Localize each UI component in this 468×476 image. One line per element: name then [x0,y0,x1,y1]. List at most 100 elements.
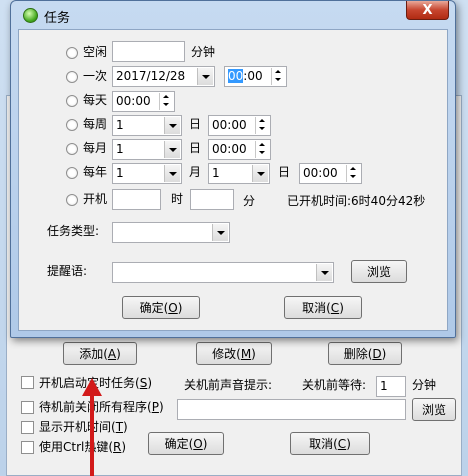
show-boot-time-checkbox[interactable] [21,421,34,434]
idle-minutes-input[interactable] [112,41,185,62]
dialog-client: 空闲 分钟 一次 2017/12/28 00:00 每天 00:00 每周 1 … [18,29,448,331]
chevron-down-icon[interactable] [164,165,180,182]
add-button-label: 添加( [79,347,108,361]
auto-start-checkbox[interactable] [21,376,34,389]
monthly-day-unit: 日 [189,141,202,155]
radio-weekly[interactable] [66,119,78,131]
close-all-programs-checkbox[interactable] [21,401,34,414]
task-type-label: 任务类型: [47,224,100,238]
cancel-button[interactable]: 取消(C) [284,296,362,319]
spin-buttons[interactable] [255,117,269,134]
close-button[interactable]: X [406,1,449,20]
boot-hours-input[interactable] [112,189,161,210]
yearly-time-value: 00:00 [303,166,338,180]
spin-buttons[interactable] [346,165,360,182]
radio-yearly[interactable] [66,167,78,179]
label-weekly: 每周 [83,117,108,131]
delete-button-paren: ) [381,346,387,361]
once-date-picker[interactable]: 2017/12/28 [112,66,215,87]
spin-up-icon[interactable] [347,165,360,173]
yearly-month-unit: 月 [189,165,202,179]
spin-up-icon[interactable] [256,117,269,125]
show-boot-time-paren: ) [123,420,128,434]
radio-idle[interactable] [66,47,78,59]
yearly-day-select[interactable]: 1 [208,163,270,184]
spin-down-icon[interactable] [347,173,360,181]
reminder-select[interactable] [112,262,334,283]
idle-unit: 分钟 [191,45,216,59]
monthly-day-select[interactable]: 1 [112,139,182,160]
ctrl-hotkey-checkbox[interactable] [21,441,34,454]
delete-button-label: 删除( [343,347,373,361]
spin-buttons[interactable] [255,141,269,158]
label-yearly: 每年 [83,165,108,179]
radio-monthly[interactable] [66,143,78,155]
shutdown-wait-label: 关机前等待: [302,378,367,392]
spin-up-icon[interactable] [272,68,285,76]
once-time-minute[interactable]: :00 [243,69,262,83]
sound-browse-button[interactable]: 浏览 [412,398,456,421]
cancel-text: 取消( [302,301,331,315]
spin-down-icon[interactable] [256,125,269,133]
ok-paren: ) [177,300,183,315]
shutdown-wait-input[interactable]: 1 [376,376,406,397]
yearly-time-spinner[interactable]: 00:00 [299,163,362,184]
ctrl-hotkey-paren: ) [121,440,127,454]
spin-down-icon[interactable] [256,149,269,157]
label-idle: 空闲 [83,45,108,59]
weekly-day-select[interactable]: 1 [112,115,182,136]
yearly-day-value: 1 [212,166,220,180]
spin-down-icon[interactable] [160,101,173,109]
chevron-down-icon[interactable] [164,141,180,158]
main-cancel-paren: ) [346,436,351,451]
daily-time-spinner[interactable]: 00:00 [112,91,175,112]
boot-minute-unit: 分 [243,194,256,208]
show-boot-time-key: T [115,420,124,434]
reminder-browse-button[interactable]: 浏览 [351,260,407,283]
label-monthly: 每月 [83,141,108,155]
monthly-time-spinner[interactable]: 00:00 [208,139,271,160]
yearly-day-unit: 日 [278,165,291,179]
once-time-hour[interactable]: 00 [228,69,244,83]
main-cancel-button[interactable]: 取消(C) [290,432,370,455]
modify-button-key: M [240,346,252,361]
task-type-select[interactable] [112,222,230,243]
add-button[interactable]: 添加(A) [63,342,137,365]
radio-daily[interactable] [66,95,78,107]
weekly-time-value: 00:00 [212,118,247,132]
main-ok-paren: ) [202,436,208,451]
shutdown-sound-label: 关机前声音提示: [184,378,273,392]
weekly-day-unit: 日 [189,117,202,131]
main-cancel-key: C [337,436,347,451]
chevron-down-icon[interactable] [164,117,180,134]
delete-button[interactable]: 删除(D) [328,342,402,365]
modify-button-paren: ) [251,346,256,361]
radio-boot[interactable] [66,194,78,206]
chevron-down-icon[interactable] [316,264,332,281]
reminder-label: 提醒语: [47,264,88,278]
radio-once[interactable] [66,71,78,83]
ok-text: 确定( [139,301,169,315]
chevron-down-icon[interactable] [252,165,268,182]
spin-up-icon[interactable] [256,141,269,149]
shutdown-wait-unit: 分钟 [412,378,437,392]
once-date-value: 2017/12/28 [116,69,186,83]
weekly-time-spinner[interactable]: 00:00 [208,115,271,136]
yearly-month-select[interactable]: 1 [112,163,182,184]
dialog-title-bar[interactable]: 任务 X [11,1,455,29]
once-time-spinner[interactable]: 00:00 [224,66,287,87]
spin-buttons[interactable] [159,93,173,110]
spin-up-icon[interactable] [160,93,173,101]
spin-buttons[interactable] [271,68,285,85]
ok-button[interactable]: 确定(O) [122,296,200,319]
sound-file-input[interactable] [177,399,406,420]
boot-hour-unit: 时 [171,192,184,206]
spin-down-icon[interactable] [272,76,285,84]
boot-minutes-input[interactable] [190,189,234,210]
main-ok-button[interactable]: 确定(O) [148,432,224,455]
chevron-down-icon[interactable] [197,68,213,85]
task-dialog: 任务 X 空闲 分钟 一次 2017/12/28 00:00 每天 00:00 [10,0,456,338]
add-button-key: A [107,346,117,361]
modify-button[interactable]: 修改(M) [196,342,272,365]
chevron-down-icon[interactable] [212,224,228,241]
